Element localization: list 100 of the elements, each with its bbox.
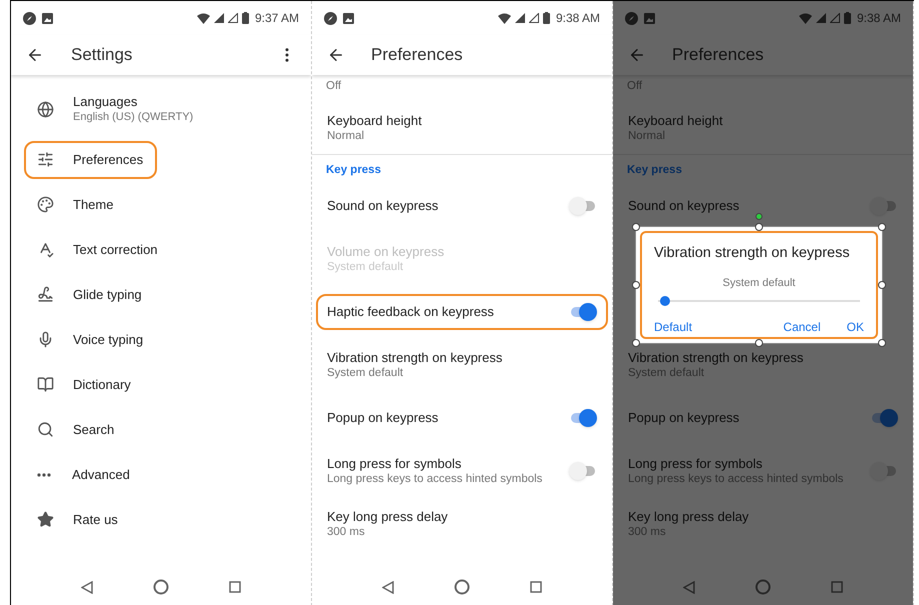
back-nav-icon[interactable] xyxy=(382,580,394,594)
back-icon[interactable] xyxy=(26,46,44,64)
resize-handle[interactable] xyxy=(632,223,640,231)
toggle-switch[interactable] xyxy=(569,302,597,322)
wifi-icon xyxy=(196,12,210,24)
setting-title: Sound on keypress xyxy=(327,197,440,214)
slider-thumb[interactable] xyxy=(660,296,670,306)
setting-title: Long press for symbols xyxy=(327,454,462,472)
settings-menu-item[interactable]: Theme xyxy=(24,186,128,224)
setting-title: Key long press delay xyxy=(628,508,750,524)
settings-menu-item[interactable]: Search xyxy=(24,410,128,448)
resize-handle[interactable] xyxy=(755,339,763,347)
toggle-switch[interactable] xyxy=(569,196,597,216)
setting-subtitle: Normal xyxy=(327,128,366,144)
dialog-title: Vibration strength on keypress xyxy=(654,244,851,263)
rotate-handle[interactable] xyxy=(756,213,762,220)
recents-nav-icon[interactable] xyxy=(530,581,542,593)
setting-row[interactable]: Keyboard height Normal xyxy=(316,110,608,146)
menu-item-label: Languages xyxy=(73,93,138,110)
section-header: Key press xyxy=(627,162,682,178)
menu-item-label: Dictionary xyxy=(73,376,131,393)
home-nav-icon[interactable] xyxy=(454,579,470,595)
settings-menu-item[interactable]: Text correction xyxy=(24,230,172,268)
signal-empty-icon xyxy=(228,13,238,23)
home-nav-icon[interactable] xyxy=(755,579,771,595)
settings-menu-item[interactable]: Preferences xyxy=(24,140,158,178)
resize-handle[interactable] xyxy=(632,281,640,289)
globe-icon xyxy=(37,100,54,118)
settings-menu-item[interactable]: Advanced xyxy=(24,456,144,494)
setting-row[interactable]: Key long press delay 300 ms xyxy=(316,506,608,542)
wifi-icon xyxy=(798,12,812,24)
status-time: 9:37 AM xyxy=(254,10,299,27)
signal-icon xyxy=(816,13,826,23)
setting-title: Keyboard height xyxy=(628,112,724,128)
setting-value: Off xyxy=(326,79,342,93)
palette-icon xyxy=(37,196,54,213)
setting-title: Haptic feedback on keypress xyxy=(327,303,495,320)
toggle-switch[interactable] xyxy=(569,408,597,428)
resize-handle[interactable] xyxy=(878,339,886,347)
recents-nav-icon[interactable] xyxy=(831,581,843,593)
compass-icon xyxy=(324,12,337,24)
setting-row[interactable]: Vibration strength on keypress System default xyxy=(316,346,608,382)
dialog-button[interactable]: Default xyxy=(654,318,692,336)
setting-title: Key long press delay xyxy=(327,508,449,524)
signal-empty-icon xyxy=(528,13,539,23)
image-icon xyxy=(42,12,53,24)
image-icon xyxy=(644,12,655,24)
setting-title: Vibration strength on keypress xyxy=(628,348,804,366)
resize-handle[interactable] xyxy=(632,339,640,347)
menu-item-label: Theme xyxy=(73,196,114,213)
compass-icon xyxy=(625,12,638,24)
setting-title: Popup on keypress xyxy=(327,409,440,426)
microphone-icon xyxy=(37,331,54,348)
toggle-switch[interactable] xyxy=(569,460,597,480)
setting-title: Popup on keypress xyxy=(628,409,740,426)
resize-handle[interactable] xyxy=(755,223,763,231)
setting-subtitle: 300 ms xyxy=(327,524,366,540)
toggle-switch[interactable] xyxy=(870,460,898,480)
settings-menu-item[interactable]: Languages English (US) (QWERTY) xyxy=(24,90,208,128)
menu-item-label: Glide typing xyxy=(73,286,142,303)
settings-menu-item[interactable]: Dictionary xyxy=(24,366,145,404)
setting-subtitle: Long press keys to access hinted symbols xyxy=(327,472,544,486)
screen-title: Settings xyxy=(71,44,132,66)
settings-menu-item[interactable]: Voice typing xyxy=(24,320,158,358)
section-header: Key press xyxy=(326,162,381,178)
battery-icon xyxy=(242,12,249,24)
back-nav-icon[interactable] xyxy=(683,580,695,594)
recents-nav-icon[interactable] xyxy=(229,581,241,593)
back-nav-icon[interactable] xyxy=(81,580,93,594)
dialog-button[interactable]: OK xyxy=(846,318,864,336)
toggle-switch[interactable] xyxy=(870,408,898,428)
back-icon[interactable] xyxy=(327,46,345,64)
setting-title: Sound on keypress xyxy=(628,197,740,214)
dialog-button[interactable]: Cancel xyxy=(783,318,821,336)
setting-row[interactable]: Haptic feedback on keypress xyxy=(316,294,608,330)
signal-empty-icon xyxy=(830,13,840,23)
setting-title: Vibration strength on keypress xyxy=(327,348,504,366)
slider-track[interactable] xyxy=(658,296,860,306)
signal-icon xyxy=(514,13,525,23)
menu-item-label: Preferences xyxy=(73,151,144,168)
toggle-switch[interactable] xyxy=(870,196,898,216)
star-icon xyxy=(37,511,54,528)
setting-title: Volume on keypress xyxy=(327,242,446,260)
menu-item-label: Text correction xyxy=(73,241,158,258)
resize-handle[interactable] xyxy=(878,281,886,289)
status-time: 9:38 AM xyxy=(556,10,600,27)
setting-title: Long press for symbols xyxy=(628,454,764,472)
setting-row[interactable]: Popup on keypress xyxy=(316,400,608,436)
battery-icon xyxy=(844,12,851,24)
home-nav-icon[interactable] xyxy=(153,579,169,595)
image-icon xyxy=(343,12,354,24)
setting-row[interactable]: Sound on keypress xyxy=(316,188,608,224)
menu-item-label: Advanced xyxy=(72,466,130,483)
resize-handle[interactable] xyxy=(878,223,886,231)
book-icon xyxy=(37,376,54,393)
setting-row[interactable]: Long press for symbols Long press keys to access hinted symbols xyxy=(316,452,608,488)
status-time: 9:38 AM xyxy=(856,10,901,27)
squiggle-icon xyxy=(37,286,54,303)
settings-menu-item[interactable]: Glide typing xyxy=(24,276,156,314)
settings-menu-item[interactable]: Rate us xyxy=(24,500,132,538)
